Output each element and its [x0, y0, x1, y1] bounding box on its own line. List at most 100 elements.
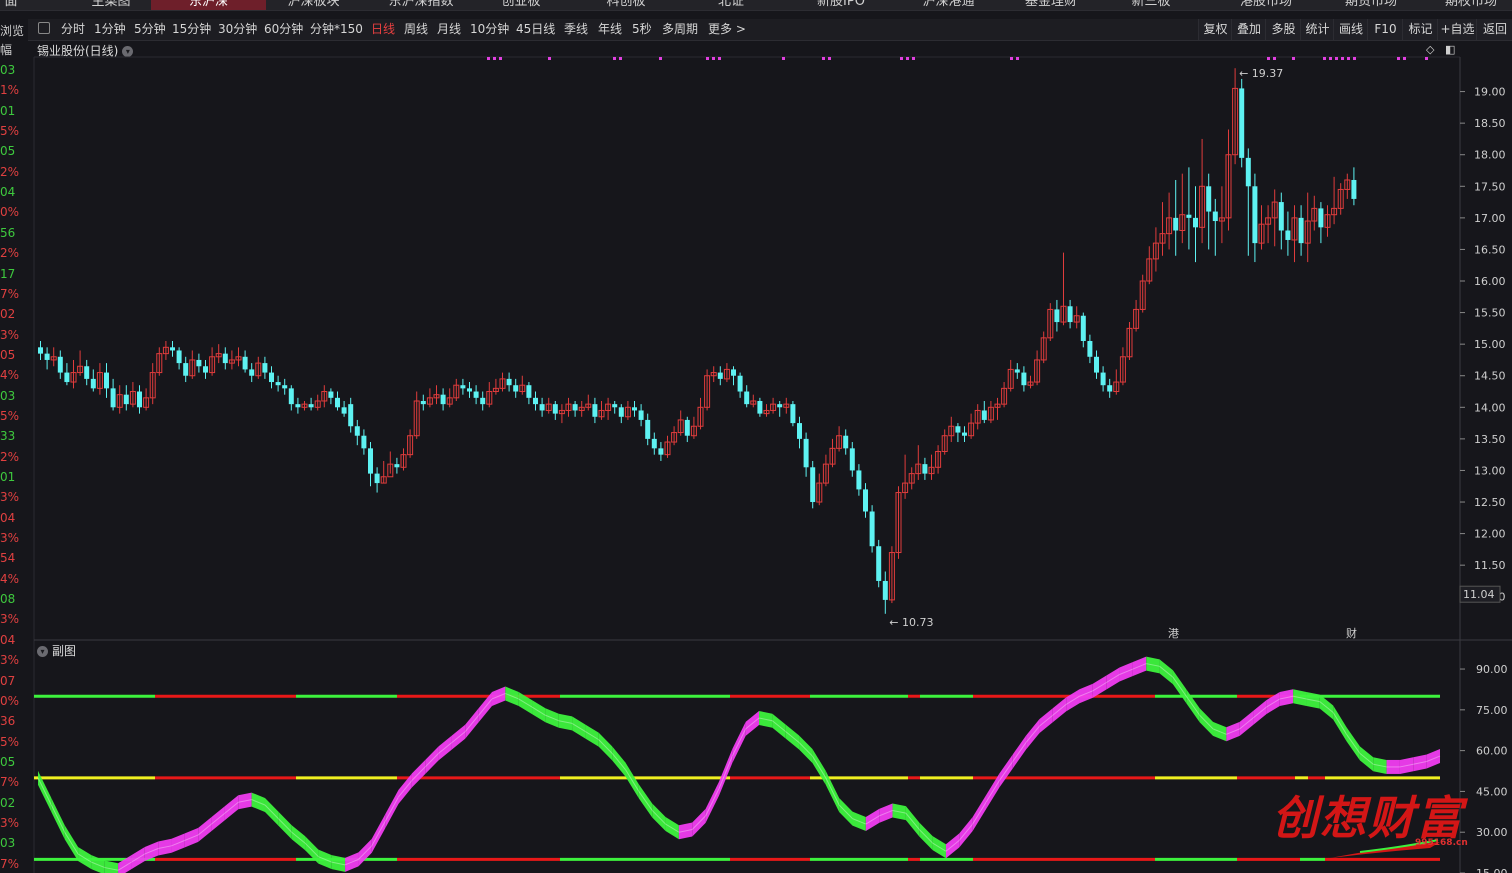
event-dot: [499, 57, 502, 60]
event-dot: [900, 57, 903, 60]
candle-body-down: [1100, 372, 1106, 386]
candle-body-down: [394, 464, 400, 468]
candle-body-down: [1173, 217, 1179, 231]
candle-body-down: [1239, 88, 1245, 158]
event-dot: [828, 57, 831, 60]
candle-body-down: [341, 407, 347, 414]
oscillator-highlight: [37, 777, 52, 806]
event-dot: [1267, 57, 1270, 60]
event-dot: [912, 57, 915, 60]
candle-body-down: [203, 366, 208, 373]
candle-body-down: [922, 464, 928, 474]
candle-body-down: [869, 511, 875, 547]
sub-axis-label: 30.00: [1476, 826, 1508, 839]
candle-body-down: [460, 385, 466, 389]
candle-body-down: [249, 369, 255, 376]
candle-body-down: [790, 404, 796, 424]
event-dot: [712, 57, 715, 60]
event-dot: [1329, 57, 1332, 60]
oscillator-highlight: [705, 788, 720, 817]
candle-body-down: [1067, 306, 1073, 323]
candle-body-down: [242, 356, 248, 370]
candle-body-down: [480, 397, 486, 405]
panel-toggle-icon[interactable]: ◧: [1445, 43, 1455, 56]
right-axis-label: 15.50: [1474, 307, 1506, 320]
event-dot: [659, 57, 662, 60]
candle-body-down: [981, 410, 987, 420]
candle-body-down: [962, 432, 967, 436]
candle-body-down: [737, 375, 743, 392]
candle-body-down: [1351, 179, 1357, 199]
event-dot: [1010, 57, 1013, 60]
oscillator-segment: [91, 855, 105, 873]
right-axis-label: 18.00: [1474, 149, 1506, 162]
oscillator-highlight: [731, 728, 747, 757]
marker-gang[interactable]: 港: [1168, 627, 1179, 640]
candle-body-down: [170, 347, 175, 351]
candle-body-down: [354, 426, 360, 436]
candle-body-down: [1186, 214, 1192, 218]
right-axis-label: 15.00: [1474, 338, 1506, 351]
oscillator-highlight: [384, 796, 399, 822]
event-dot: [1353, 57, 1356, 60]
event-dot: [487, 57, 490, 60]
candle-body-down: [1245, 157, 1251, 187]
candle-body-down: [658, 448, 664, 455]
candle-body-down: [882, 580, 888, 600]
right-axis-label: 14.00: [1474, 401, 1506, 414]
candle-body-down: [1298, 217, 1304, 244]
current-price-label: 11.04: [1463, 588, 1495, 601]
candle-body-down: [1278, 202, 1284, 231]
sub-axis-label: 45.00: [1476, 785, 1508, 798]
right-axis-label: 17.00: [1474, 212, 1506, 225]
event-dot: [822, 57, 825, 60]
sub-axis-label: 15.00: [1476, 867, 1508, 873]
candle-body-down: [196, 359, 202, 367]
high-price-label: ← 19.37: [1239, 67, 1283, 80]
candle-body-down: [473, 391, 479, 398]
event-dot: [613, 57, 616, 60]
oscillator-highlight: [985, 780, 1000, 803]
candle-body-down: [612, 404, 618, 408]
candle-body-down: [876, 546, 882, 581]
sub-axis-label: 90.00: [1476, 663, 1508, 676]
event-dot: [1292, 57, 1295, 60]
candle-body-down: [1193, 217, 1198, 228]
oscillator-highlight: [718, 755, 733, 789]
candle-body-down: [295, 404, 301, 408]
candle-body-down: [38, 347, 43, 354]
candle-body-down: [90, 378, 96, 389]
event-dot: [1347, 57, 1350, 60]
candle-body-down: [368, 448, 373, 474]
candle-body-down: [843, 435, 849, 449]
candle-body-down: [269, 372, 274, 383]
candle-body-down: [84, 366, 90, 379]
chart-canvas[interactable]: ◇◧11.0011.5012.0012.5013.0013.5014.0014.…: [0, 0, 1512, 873]
oscillator-segment: [104, 860, 119, 873]
candle-body-down: [552, 404, 558, 414]
candle-body-down: [328, 391, 334, 398]
candle-body-down: [361, 435, 367, 449]
candle-body-down: [1094, 356, 1099, 373]
candle-body-down: [618, 407, 624, 417]
candle-body-down: [810, 467, 816, 503]
candle-body-down: [308, 404, 314, 408]
right-axis-label: 11.50: [1474, 559, 1506, 572]
candle-body-down: [955, 426, 961, 433]
watermark-url: 995168.cn: [1415, 838, 1468, 848]
candle-body-down: [348, 404, 354, 427]
candle-body-down: [572, 404, 578, 411]
candle-body-down: [110, 388, 116, 408]
candle-body-down: [1107, 385, 1113, 392]
marker-cai[interactable]: 财: [1346, 626, 1357, 640]
diamond-icon[interactable]: ◇: [1426, 43, 1435, 56]
candle-body-down: [262, 363, 268, 373]
event-dot: [1397, 57, 1400, 60]
event-dot: [1335, 57, 1338, 60]
candle-body-down: [513, 385, 519, 392]
right-axis-label: 17.50: [1474, 180, 1506, 193]
oscillator-highlight: [1332, 712, 1347, 735]
candle-body-down: [526, 385, 532, 398]
right-axis-label: 12.50: [1474, 496, 1506, 509]
candle-body-down: [104, 372, 109, 389]
